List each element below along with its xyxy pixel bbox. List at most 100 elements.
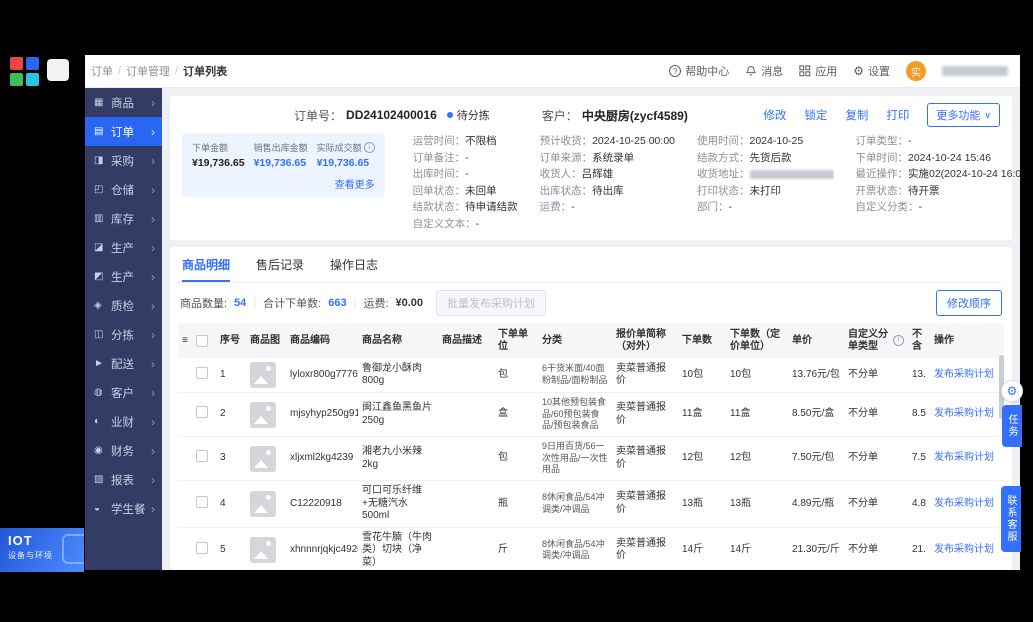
tab-after-sales[interactable]: 售后记录 — [256, 247, 304, 282]
row-checkbox[interactable] — [196, 542, 208, 555]
cell-qty-pricing: 12包 — [730, 452, 752, 464]
info-icon: i — [893, 335, 904, 346]
help-icon — [669, 65, 682, 77]
sidebar-item-delivery[interactable]: ► 配送 › — [85, 349, 162, 378]
cell-category: 6干货米面/40面粉制品/面粉制品 — [542, 363, 608, 385]
cell-image — [246, 487, 286, 521]
iot-badge[interactable]: IOT 设备与环境 — [0, 528, 84, 572]
publish-purchase-plan-link[interactable]: 发布采购计划 — [934, 498, 994, 509]
publish-purchase-plan-link[interactable]: 发布采购计划 — [934, 408, 994, 419]
th-7: 下单单位 — [498, 329, 528, 352]
avatar[interactable]: 实 — [906, 61, 926, 81]
order-field: 最近操作实施02(2024-10-24 16:01) — [856, 166, 1021, 183]
cell-price: 4.89元/瓶 — [792, 497, 835, 509]
freight-label: 运费: — [363, 298, 389, 310]
cell-category: 10其他预包装食品/60预包装食品/预包装食品 — [542, 397, 607, 431]
table-row: 1 lyloxr800g7776 鲁御龙小酥肉800g 包 6干货米面/40面粉制品/面… — [178, 358, 1004, 393]
th-10: 下单数 — [682, 334, 712, 346]
help-center-label: 帮助中心 — [685, 66, 730, 78]
messages-button[interactable]: 消息 — [745, 63, 783, 79]
chevron-right-icon: › — [151, 501, 155, 516]
sidebar-item-production[interactable]: ◪ 生产 › — [85, 233, 162, 262]
publish-purchase-plan-link[interactable]: 发布采购计划 — [934, 544, 994, 555]
info-icon: i — [363, 142, 375, 153]
sidebar-item-products[interactable]: ▦ 商品 › — [85, 88, 162, 117]
sidebar-item-reports[interactable]: ▧ 报表 › — [85, 465, 162, 494]
cell-category: 9日用百货/56一次性用品/一次性用品 — [542, 441, 608, 475]
sidebar-item-quality[interactable]: ◈ 质检 › — [85, 291, 162, 320]
modify-button[interactable]: 修改 — [763, 107, 786, 123]
order-items-panel: 商品明细售后记录操作日志 商品数量: 54 合计下单数: 663 运费: ¥0.… — [170, 247, 1012, 570]
table-row: 2 mjsyhyp250g9196 闽江鑫鱼黑鱼片250g 盒 10其他预包装食品/60… — [178, 393, 1004, 438]
sidebar-item-student-meals[interactable]: ◒ 学生餐 › — [85, 494, 162, 523]
tab-goods-detail[interactable]: 商品明细 — [182, 247, 231, 282]
th-3: 商品图 — [250, 334, 280, 346]
publish-purchase-plan-link[interactable]: 发布采购计划 — [934, 452, 994, 463]
sidebar-item-inventory[interactable]: ▥ 库存 › — [85, 204, 162, 233]
apps-button[interactable]: 应用 — [799, 63, 837, 79]
task-tab[interactable]: 任务 — [1002, 405, 1022, 447]
more-actions-button[interactable]: 更多功能 — [927, 103, 1000, 127]
chevron-right-icon: › — [151, 356, 155, 371]
sidebar-item-purchase[interactable]: ◨ 采购 › — [85, 146, 162, 175]
sidebar-item-warehouse[interactable]: ◰ 仓储 › — [85, 175, 162, 204]
th-5: 商品名称 — [362, 334, 402, 346]
sidebar-item-production-2[interactable]: ◩ 生产 › — [85, 262, 162, 291]
print-button[interactable]: 打印 — [886, 107, 909, 123]
chevron-right-icon: › — [151, 95, 155, 110]
settings-button[interactable]: 设置 — [853, 63, 890, 79]
total-order-count: 663 — [328, 297, 347, 309]
order-field: 运营时间不限档 — [413, 133, 518, 150]
item-count-label: 商品数量: — [180, 298, 228, 310]
reorder-button[interactable]: 修改顺序 — [936, 290, 1002, 316]
cell-code: xljxml2kg4239 — [290, 452, 354, 464]
topbar: 订单 订单管理 订单列表 帮助中心 消息 应用 — [85, 55, 1020, 88]
cell-notax-price: 7.5 — [912, 452, 926, 464]
desktop-background: IOT 设备与环境 订单 订单管理 订单列表 帮助中心 消息 — [0, 0, 1033, 622]
lock-button[interactable]: 锁定 — [804, 107, 827, 123]
sidebar-item-label: 生产 — [111, 271, 134, 284]
chevron-right-icon: › — [151, 385, 155, 400]
batch-publish-button[interactable]: 批量发布采购计划 — [436, 290, 547, 316]
breadcrumb-order-management[interactable]: 订单管理 — [126, 63, 170, 79]
row-checkbox[interactable] — [196, 406, 208, 419]
th-6: 商品描述 — [442, 334, 482, 346]
order-field: 收货地址 — [697, 166, 834, 183]
table-row: 5 xhnnnrjqkjc4920 雪花牛腩（牛肉类）切块（净菜） 斤 8休闲食品/54… — [178, 527, 1004, 570]
cell-checkbox — [192, 492, 216, 517]
copy-button[interactable]: 复制 — [845, 107, 868, 123]
row-checkbox[interactable] — [196, 495, 208, 508]
cell-quote: 卖菜普通报价 — [616, 446, 666, 470]
order-field: 结款状态待申请结款 — [413, 199, 518, 216]
view-more-link[interactable]: 查看更多 — [192, 176, 375, 191]
sidebar-item-label: 订单 — [111, 126, 134, 139]
product-image-placeholder — [250, 362, 276, 388]
sidebar-item-orders[interactable]: ▤ 订单 › — [85, 117, 162, 146]
cell-no: 5 — [220, 544, 226, 556]
order-field: 订单类型- — [856, 133, 1021, 150]
task-gear-icon[interactable]: ⚙ — [1001, 380, 1023, 402]
row-checkbox[interactable] — [196, 450, 208, 463]
breadcrumb-orders[interactable]: 订单 — [91, 63, 113, 79]
sidebar-item-sorting[interactable]: ◫ 分拣 › — [85, 320, 162, 349]
customer-name: 中央厨房(zycf4589) — [581, 108, 688, 123]
order-field: 运费- — [540, 199, 675, 216]
cell-split-type: 不分单 — [848, 408, 878, 420]
money-stats: 下单金额 ¥19,736.65 销售出库金额 ¥19,736.65 实际成交额 i ¥19,… — [192, 141, 375, 169]
help-center-button[interactable]: 帮助中心 — [669, 63, 729, 79]
order-details: 运营时间不限档订单备注-出库时间-回单状态未回单结款状态待申请结款自定义文本- … — [413, 133, 1020, 232]
cell-action: 发布采购计划 — [930, 365, 1000, 386]
sidebar-item-customers[interactable]: ◍ 客户 › — [85, 378, 162, 407]
sidebar-item-finance[interactable]: ◉ 财务 › — [85, 436, 162, 465]
row-checkbox[interactable] — [196, 366, 208, 379]
order-details-col-2: 预计收货2024-10-25 00:00订单来源系统录单收货人吕辉雄出库状态待出… — [540, 133, 675, 232]
cell-name: 湘老九小米辣2kg — [362, 446, 422, 470]
customer-service-tab[interactable]: 联系客服 — [1001, 486, 1021, 552]
publish-purchase-plan-link[interactable]: 发布采购计划 — [934, 369, 994, 380]
order-field: 开票状态待开票 — [856, 183, 1021, 200]
breadcrumb-order-list: 订单列表 — [183, 66, 228, 78]
order-amounts-box: 下单金额 ¥19,736.65 销售出库金额 ¥19,736.65 实际成交额 i ¥19,… — [182, 133, 385, 197]
select-all-checkbox[interactable] — [196, 334, 208, 347]
tab-operation-log[interactable]: 操作日志 — [330, 247, 378, 282]
sidebar-item-business-finance[interactable]: ◐ 业财 › — [85, 407, 162, 436]
